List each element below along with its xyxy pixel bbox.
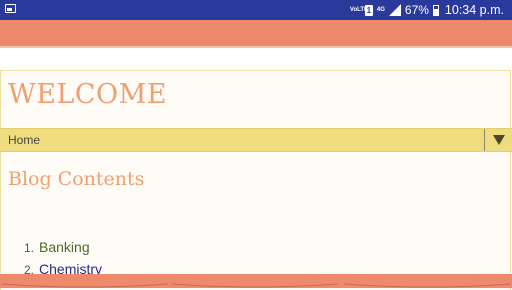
- volte-label: VoLTE: [349, 7, 368, 13]
- network-type-label: 4G: [376, 7, 385, 13]
- dropdown-button[interactable]: [486, 129, 512, 151]
- welcome-heading: WELCOME: [8, 79, 168, 110]
- battery-icon: [432, 4, 439, 16]
- nav-selected-label: Home: [8, 133, 41, 147]
- app-notification-icon: [5, 4, 16, 13]
- bottom-bar: [0, 274, 512, 288]
- blog-contents-heading: Blog Contents: [8, 168, 145, 190]
- signal-icon: [388, 4, 401, 16]
- sim-icon: 1: [364, 4, 373, 16]
- nav-divider: [484, 129, 485, 151]
- status-indicators: VoLTE 1 4G 67% 10:34 p.m.: [350, 0, 504, 20]
- status-bar: VoLTE 1 4G 67% 10:34 p.m.: [0, 0, 512, 20]
- header-shadow: [0, 46, 512, 48]
- dropdown-arrow-icon: [493, 135, 505, 145]
- list-item-banking[interactable]: 1. Banking: [24, 239, 90, 255]
- app-header-bar: [0, 20, 512, 46]
- clock: 10:34 p.m.: [444, 3, 504, 17]
- battery-percent: 67%: [404, 3, 429, 17]
- list-link-banking[interactable]: Banking: [39, 239, 90, 255]
- list-number: 1.: [24, 241, 35, 255]
- bottom-bar-tabs: [1, 283, 511, 288]
- nav-select[interactable]: Home: [0, 128, 512, 152]
